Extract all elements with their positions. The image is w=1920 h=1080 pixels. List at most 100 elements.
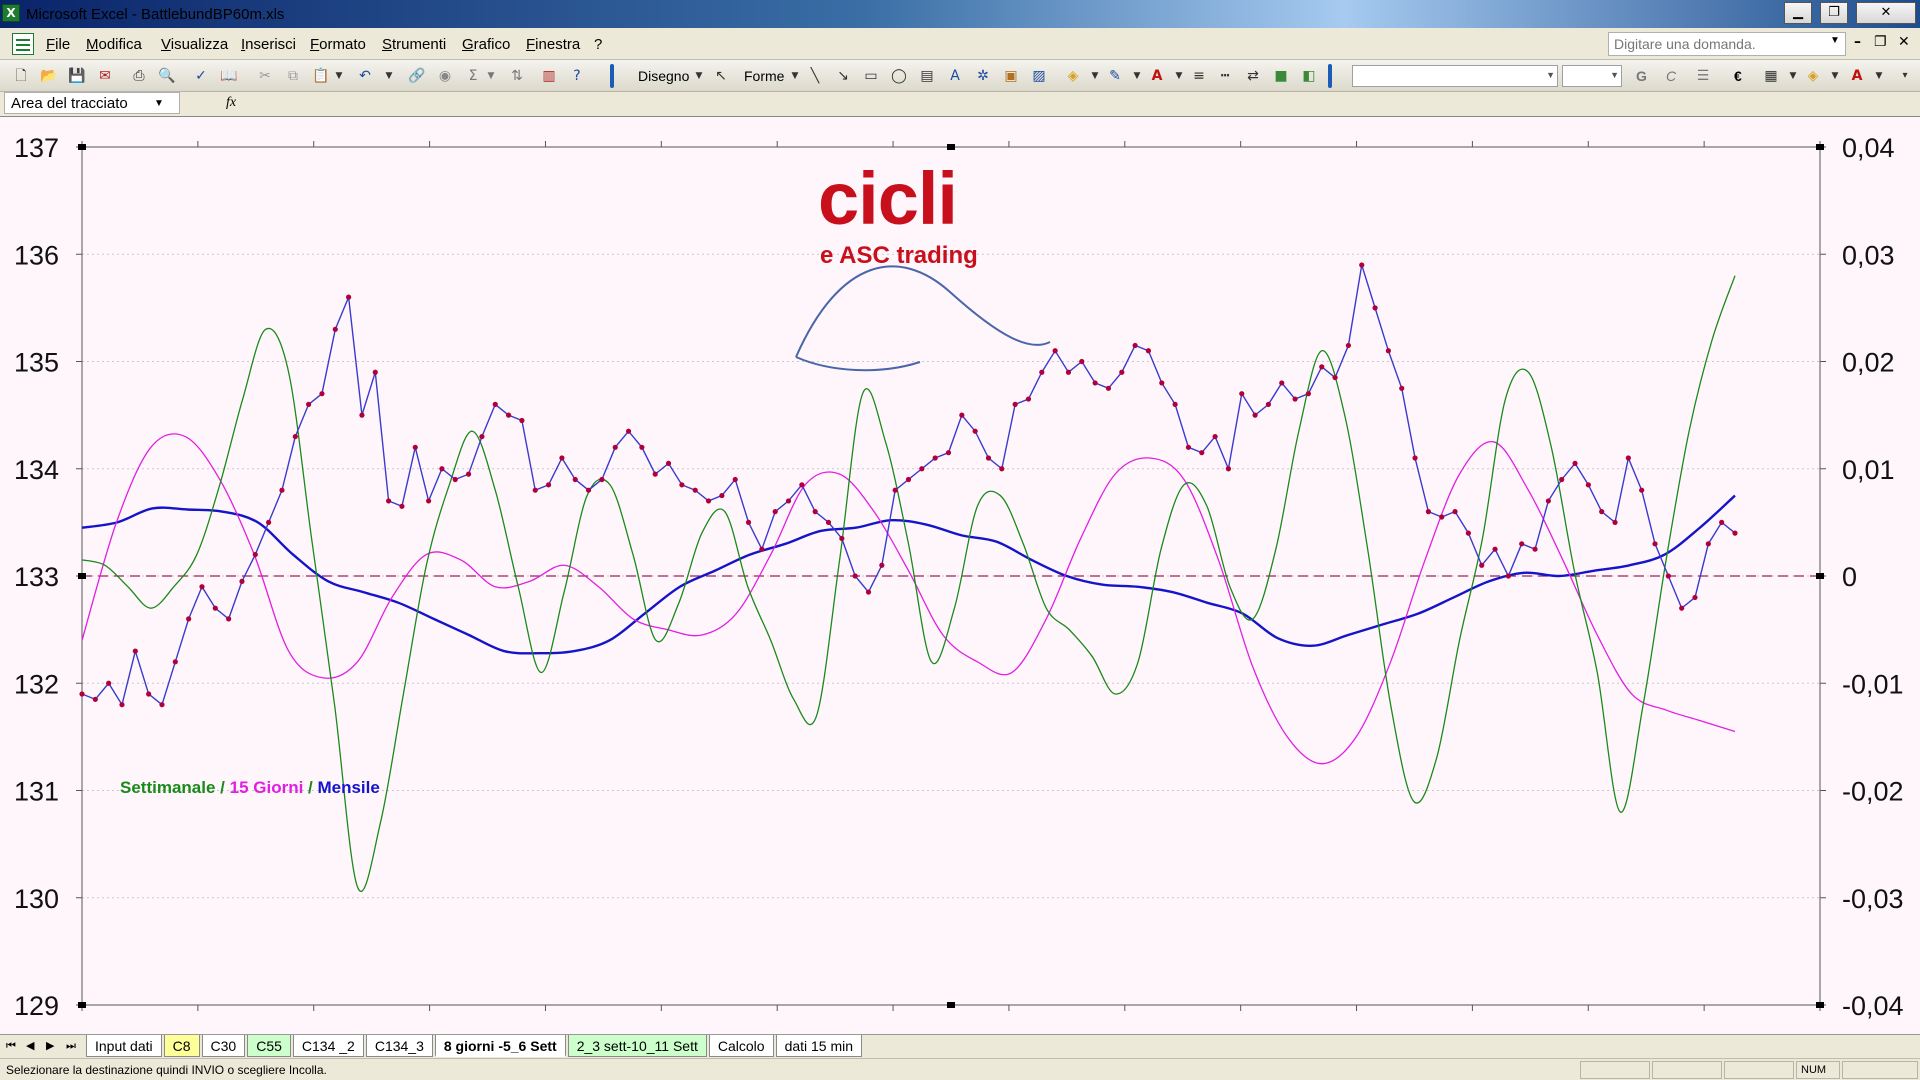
menu-file[interactable]: File xyxy=(46,36,70,53)
workbook-icon[interactable] xyxy=(12,33,34,55)
toolbar-grip-2[interactable] xyxy=(1328,64,1332,88)
fill-color-dropdown-icon[interactable]: ▼ xyxy=(1086,67,1104,85)
web-icon[interactable]: ◉ xyxy=(436,67,454,85)
italic-button[interactable]: C xyxy=(1666,68,1676,84)
new-icon[interactable]: 🗋 xyxy=(12,67,30,85)
help-icon[interactable]: ? xyxy=(568,67,586,85)
autosum-icon[interactable]: Σ xyxy=(464,67,482,85)
sheet-tab[interactable]: C30 xyxy=(201,1035,246,1057)
ask-dropdown-icon[interactable]: ▼ xyxy=(1830,35,1840,46)
sort-icon[interactable]: ⇅ xyxy=(508,67,526,85)
chart-series[interactable] xyxy=(79,262,1738,892)
cell-fill-dropdown-icon[interactable]: ▼ xyxy=(1826,67,1844,85)
doc-close-button[interactable]: ✕ xyxy=(1898,34,1910,50)
fx-icon[interactable]: fx xyxy=(226,95,236,111)
arrow-icon[interactable]: ↘ xyxy=(834,67,852,85)
hyperlink-icon[interactable]: 🔗 xyxy=(408,67,426,85)
dash-style-icon[interactable]: ┅ xyxy=(1216,67,1234,85)
arrow-style-icon[interactable]: ⇄ xyxy=(1244,67,1262,85)
prev-sheet-icon[interactable]: ◀ xyxy=(26,1039,34,1052)
shapes-menu[interactable]: Forme xyxy=(744,68,784,84)
menu-finestra[interactable]: Finestra xyxy=(526,36,580,53)
cell-fill-icon[interactable]: ◈ xyxy=(1804,67,1822,85)
borders-dropdown-icon[interactable]: ▼ xyxy=(1784,67,1802,85)
research-icon[interactable]: 📖 xyxy=(220,67,238,85)
borders-icon[interactable]: ▦ xyxy=(1762,67,1780,85)
menu-modifica[interactable]: Modifica xyxy=(86,36,142,53)
select-objects-icon[interactable]: ↖ xyxy=(712,67,730,85)
sheet-tab[interactable]: 8 giorni -5_6 Sett xyxy=(434,1035,566,1057)
minimize-button[interactable]: ▁ xyxy=(1784,2,1812,24)
bold-button[interactable]: G xyxy=(1636,68,1647,84)
sheet-tab[interactable]: C8 xyxy=(163,1035,200,1057)
picture-icon[interactable]: ▨ xyxy=(1030,67,1048,85)
menu-inserisci[interactable]: Inserisci xyxy=(241,36,296,53)
line-color-icon[interactable]: ✎ xyxy=(1106,67,1124,85)
first-sheet-icon[interactable]: ⏮ xyxy=(6,1039,16,1053)
close-button[interactable]: ✕ xyxy=(1856,2,1916,24)
drawing-dropdown-icon[interactable]: ▼ xyxy=(690,67,708,85)
line-color-dropdown-icon[interactable]: ▼ xyxy=(1128,67,1146,85)
font-color-icon[interactable]: A xyxy=(1148,67,1166,85)
sheet-tab[interactable]: 2_3 sett-10_11 Sett xyxy=(567,1035,707,1057)
print-preview-icon[interactable]: 🔍 xyxy=(158,67,176,85)
sheet-tab[interactable]: C134 _2 xyxy=(292,1035,364,1057)
permission-icon[interactable]: ✉ xyxy=(96,67,114,85)
sheet-tab[interactable]: Calcolo xyxy=(708,1035,774,1057)
drawing-menu[interactable]: Disegno xyxy=(638,68,689,84)
print-icon[interactable]: ⎙ xyxy=(130,67,148,85)
open-icon[interactable]: 📂 xyxy=(40,67,58,85)
autosum-dropdown-icon[interactable]: ▼ xyxy=(482,67,500,85)
fill-color-icon[interactable]: ◈ xyxy=(1064,67,1082,85)
undo-dropdown-icon[interactable]: ▼ xyxy=(380,67,398,85)
save-icon[interactable]: 💾 xyxy=(68,67,86,85)
oval-icon[interactable]: ◯ xyxy=(890,67,908,85)
next-sheet-icon[interactable]: ▶ xyxy=(46,1039,54,1052)
restore-button[interactable]: ❐ xyxy=(1820,2,1848,24)
copy-icon[interactable]: ⧉ xyxy=(284,67,302,85)
3d-style-icon[interactable]: ◧ xyxy=(1300,67,1318,85)
undo-icon[interactable]: ↶ xyxy=(356,67,374,85)
chart-svg[interactable]: 137 136 135 134 133 132 131 130 129 0,04 0,03 0,02… xyxy=(0,117,1920,1035)
sheet-tab[interactable]: Input dati xyxy=(86,1035,162,1057)
menu-formato[interactable]: Formato xyxy=(310,36,366,53)
chart-area[interactable]: 137 136 135 134 133 132 131 130 129 0,04 0,03 0,02… xyxy=(0,116,1920,1034)
textbox-icon[interactable]: ▤ xyxy=(918,67,936,85)
shadow-style-icon[interactable]: ■ xyxy=(1272,67,1290,85)
euro-button[interactable]: € xyxy=(1734,68,1742,84)
shapes-dropdown-icon[interactable]: ▼ xyxy=(786,67,804,85)
menu-strumenti[interactable]: Strumenti xyxy=(382,36,446,53)
wordart-icon[interactable]: A xyxy=(946,67,964,85)
cut-icon[interactable]: ✂ xyxy=(256,67,274,85)
font-size-combo[interactable]: ▼ xyxy=(1562,65,1622,87)
clipart-icon[interactable]: ▣ xyxy=(1002,67,1020,85)
font-name-combo[interactable]: ▼ xyxy=(1352,65,1558,87)
sheet-tab[interactable]: dati 15 min xyxy=(775,1035,863,1057)
paste-icon[interactable]: 📋 xyxy=(312,67,330,85)
excel-app-icon[interactable]: X xyxy=(2,4,20,22)
text-color-dropdown-icon[interactable]: ▼ xyxy=(1870,67,1888,85)
toolbar-grip[interactable] xyxy=(610,64,614,88)
last-sheet-icon[interactable]: ⏭ xyxy=(66,1039,76,1053)
line-style-icon[interactable]: ≡ xyxy=(1190,67,1208,85)
menu-help[interactable]: ? xyxy=(594,36,602,53)
price-marker xyxy=(106,680,112,686)
font-color-dropdown-icon[interactable]: ▼ xyxy=(1170,67,1188,85)
doc-restore-button[interactable]: ❐ xyxy=(1874,34,1887,50)
sheet-tab[interactable]: C134_3 xyxy=(365,1035,433,1057)
name-box-dropdown-icon[interactable]: ▼ xyxy=(154,98,164,109)
diagram-icon[interactable]: ✲ xyxy=(974,67,992,85)
spelling-icon[interactable]: ✓ xyxy=(192,67,210,85)
align-icon[interactable]: ☰ xyxy=(1694,67,1712,85)
menu-grafico[interactable]: Grafico xyxy=(462,36,510,53)
line-icon[interactable]: ╲ xyxy=(806,67,824,85)
paste-dropdown-icon[interactable]: ▼ xyxy=(330,67,348,85)
toolbar-options-icon[interactable]: ▾ xyxy=(1896,67,1914,85)
text-color-icon[interactable]: A xyxy=(1848,67,1866,85)
doc-minimize-button[interactable]: – xyxy=(1854,34,1861,50)
ask-question-input[interactable]: Digitare una domanda. xyxy=(1608,32,1846,56)
sheet-tab[interactable]: C55 xyxy=(247,1035,291,1057)
menu-visualizza[interactable]: Visualizza xyxy=(161,36,228,53)
rectangle-icon[interactable]: ▭ xyxy=(862,67,880,85)
chart-wizard-icon[interactable]: ▥ xyxy=(540,67,558,85)
